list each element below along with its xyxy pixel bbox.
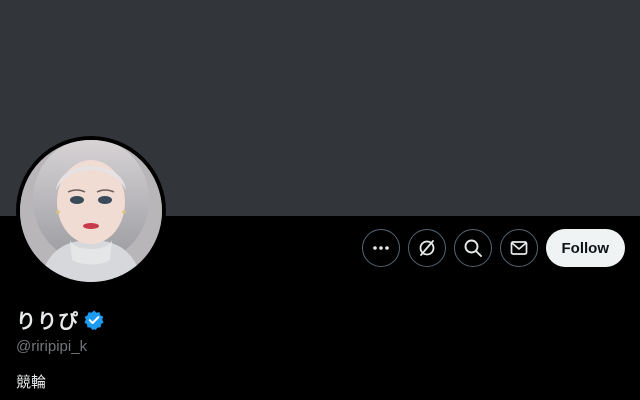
search-icon: [464, 239, 482, 257]
user-handle: @riripipi_k: [16, 338, 88, 355]
avatar[interactable]: [16, 136, 166, 286]
display-name-row: りりぴ: [16, 305, 105, 334]
message-button[interactable]: [499, 229, 538, 267]
mail-icon: [510, 241, 527, 255]
profile-actions: Follow: [361, 228, 625, 268]
more-horizontal-icon: [372, 246, 389, 250]
verified-badge-icon[interactable]: [83, 309, 105, 331]
profile-page: Follow りりぴ @riripipi_k 競輪: [0, 0, 640, 400]
search-button[interactable]: [453, 229, 492, 267]
profile-bio: 競輪: [16, 373, 47, 391]
grok-button[interactable]: [407, 229, 446, 267]
more-button[interactable]: [361, 229, 400, 267]
follow-button[interactable]: Follow: [545, 229, 625, 267]
grok-icon: [419, 240, 434, 256]
avatar-image: [20, 140, 162, 282]
display-name: りりぴ: [16, 309, 79, 333]
